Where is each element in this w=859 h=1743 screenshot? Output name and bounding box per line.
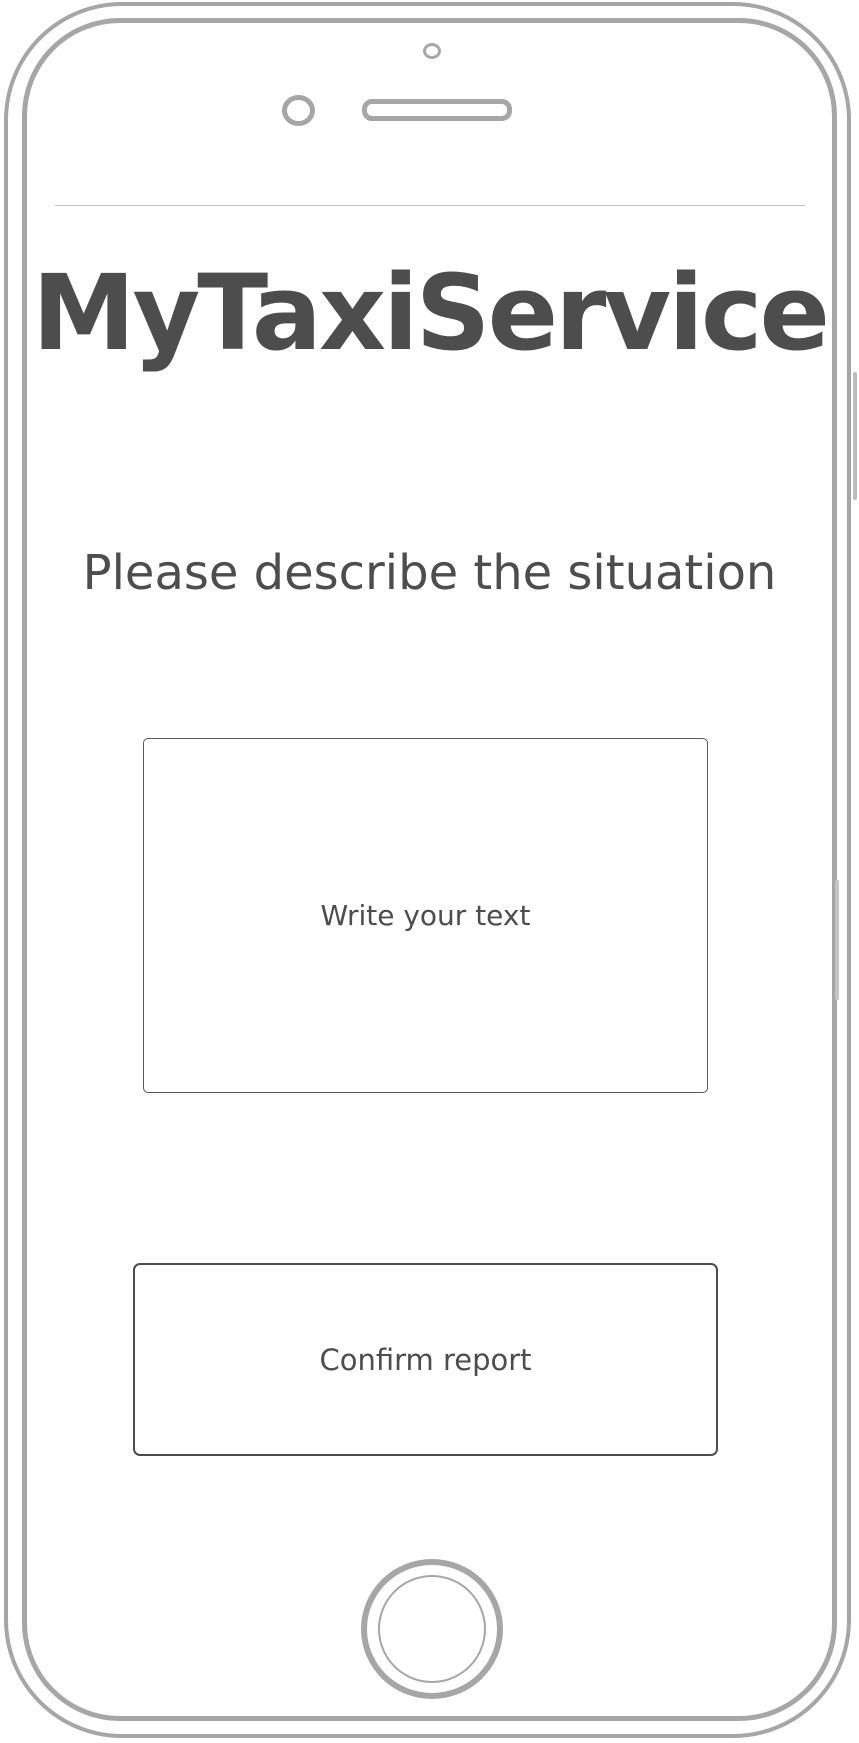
phone-mockup: MyTaxiService Please describe the situat… [0, 0, 859, 1743]
situation-text-placeholder: Write your text [320, 899, 531, 932]
earpiece-speaker-icon [362, 99, 512, 121]
home-button-ring-icon [378, 1575, 486, 1683]
app-title: MyTaxiService [31, 252, 830, 374]
confirm-report-label: Confirm report [319, 1342, 532, 1377]
phone-side-button-lower [835, 880, 839, 1000]
phone-side-button [853, 372, 857, 500]
proximity-sensor-icon [282, 95, 315, 126]
screen-top-divider [55, 205, 805, 206]
home-button[interactable] [361, 1559, 503, 1699]
situation-text-field[interactable]: Write your text [143, 738, 708, 1093]
front-camera-icon [423, 43, 441, 59]
confirm-report-button[interactable]: Confirm report [133, 1263, 718, 1456]
report-prompt: Please describe the situation [82, 545, 777, 601]
